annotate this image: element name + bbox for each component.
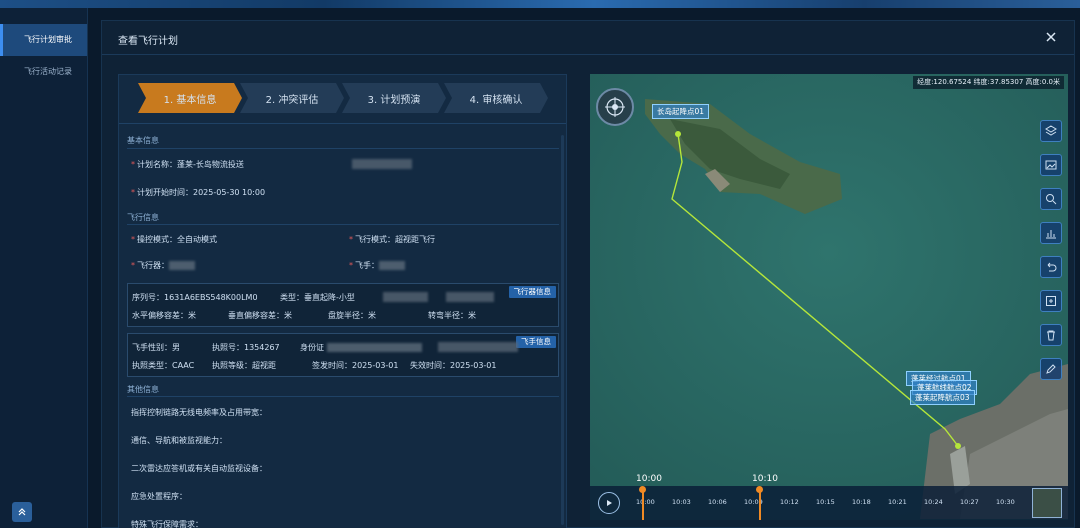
aircraft-field: * 飞行器： bbox=[131, 260, 195, 271]
other-item: 特殊飞行保障需求： bbox=[131, 520, 203, 528]
plan-name-field: * 计划名称：蓬莱-长岛物流投送 bbox=[131, 160, 244, 169]
timeline-tick: 10:03 bbox=[672, 498, 691, 506]
aircraft-info-tag: 飞行器信息 bbox=[508, 286, 556, 298]
control-mode-field: * 操控模式：全自动模式 bbox=[131, 235, 217, 244]
timeline-start-line bbox=[642, 492, 644, 520]
aircraft-type: 类型：垂直起降-小型 bbox=[280, 293, 355, 302]
plan-name-value: 蓬莱-长岛物流投送 bbox=[177, 160, 244, 169]
divider bbox=[127, 148, 559, 149]
compass-button[interactable] bbox=[596, 88, 634, 126]
divider bbox=[127, 396, 559, 397]
waypoint-label-start[interactable]: 长岛起降点01 bbox=[652, 104, 710, 119]
pilot-info-box: 飞手信息 飞手性别：男 执照号：1354267 身份证 执照类型：CAAC 执照… bbox=[127, 333, 559, 377]
pilot-gender: 飞手性别：男 bbox=[132, 343, 180, 352]
divider bbox=[119, 123, 566, 124]
timeline-playhead-line bbox=[759, 492, 761, 520]
redacted-block bbox=[438, 342, 518, 352]
serial-number: 序列号：1631A6EBS548K00LM0 bbox=[132, 293, 258, 302]
step-review-confirm[interactable]: 4. 审核确认 bbox=[444, 83, 548, 113]
waypoint-label-end-3[interactable]: 蓬莱起降航点03 bbox=[910, 390, 975, 405]
play-button[interactable] bbox=[598, 492, 620, 514]
dialog-title: 查看飞行计划 bbox=[118, 36, 178, 47]
divider bbox=[127, 224, 559, 225]
timeline-tick: 10:00 bbox=[636, 498, 655, 506]
aircraft-info-box: 飞行器信息 序列号：1631A6EBS548K00LM0 类型：垂直起降-小型 … bbox=[127, 283, 559, 327]
scrollbar[interactable] bbox=[561, 135, 564, 525]
vertical-tolerance: 垂直偏移容差：米 bbox=[228, 311, 292, 320]
license-number: 执照号：1354267 bbox=[212, 343, 280, 352]
step-bar: 1. 基本信息 2. 冲突评估 3. 计划预演 4. 审核确认 bbox=[138, 83, 550, 113]
undo-icon bbox=[1047, 262, 1057, 272]
coordinate-readout: 经度:120.67524 纬度:37.85307 高度:0.0米 bbox=[913, 76, 1064, 89]
timeline-tick: 10:15 bbox=[816, 498, 835, 506]
delete-button[interactable] bbox=[1040, 324, 1062, 346]
timeline-tick: 10:27 bbox=[960, 498, 979, 506]
section-title-flight: 飞行信息 bbox=[127, 213, 159, 222]
sidebar: 飞行计划审批 飞行活动记录 bbox=[0, 8, 88, 528]
other-item: 通信、导航和被监视能力： bbox=[131, 436, 227, 445]
redacted-block bbox=[352, 159, 412, 169]
chart-button[interactable] bbox=[1040, 222, 1062, 244]
section-title-other: 其他信息 bbox=[127, 385, 159, 394]
issue-date: 签发时间：2025-03-01 bbox=[312, 361, 399, 370]
layers-button[interactable] bbox=[1040, 120, 1062, 142]
undo-button[interactable] bbox=[1040, 256, 1062, 278]
redacted-block bbox=[383, 292, 428, 302]
timeline-tick: 10:30 bbox=[996, 498, 1015, 506]
license-type: 执照类型：CAAC bbox=[132, 361, 195, 370]
other-item: 指挥控制链路无线电频率及占用带宽： bbox=[131, 408, 267, 417]
box-select-icon bbox=[1046, 296, 1056, 306]
map-view[interactable]: 经度:120.67524 纬度:37.85307 高度:0.0米 长岛起降点01… bbox=[590, 74, 1068, 520]
chart-icon bbox=[1046, 230, 1056, 239]
delete-icon bbox=[1047, 330, 1055, 341]
close-icon[interactable] bbox=[1044, 30, 1058, 44]
pilot-info-tag: 飞手信息 bbox=[516, 336, 556, 348]
sidebar-item-flight-activity-record[interactable]: 飞行活动记录 bbox=[0, 56, 87, 88]
layers-icon bbox=[1045, 125, 1057, 136]
top-banner bbox=[0, 0, 1080, 8]
timeline-tick: 10:24 bbox=[924, 498, 943, 506]
timeline-tick: 10:12 bbox=[780, 498, 799, 506]
step-conflict-assessment[interactable]: 2. 冲突评估 bbox=[240, 83, 344, 113]
collapse-button[interactable] bbox=[12, 502, 32, 522]
search-button[interactable] bbox=[1040, 188, 1062, 210]
id-card: 身份证 bbox=[300, 342, 422, 353]
image-button[interactable] bbox=[1040, 154, 1062, 176]
compass-icon bbox=[605, 97, 625, 117]
edit-button[interactable] bbox=[1040, 358, 1062, 380]
turn-radius: 转弯半径：米 bbox=[428, 311, 476, 320]
redacted-block bbox=[446, 292, 494, 302]
plan-start-time-value: 2025-05-30 10:00 bbox=[193, 188, 266, 197]
timeline-current-time: 10:10 bbox=[752, 474, 778, 484]
timeline-bar[interactable]: 10:00 10:03 10:06 10:09 10:12 10:15 10:1… bbox=[590, 486, 1068, 520]
satellite-map bbox=[590, 74, 1068, 520]
step-plan-preview[interactable]: 3. 计划预演 bbox=[342, 83, 446, 113]
other-item: 应急处置程序： bbox=[131, 492, 187, 501]
timeline-tick: 10:18 bbox=[852, 498, 871, 506]
plan-start-time-field: * 计划开始时间：2025-05-30 10:00 bbox=[131, 188, 266, 197]
double-chevron-up-icon bbox=[18, 508, 26, 516]
image-icon bbox=[1045, 160, 1057, 170]
pilot-field: * 飞手： bbox=[349, 260, 405, 271]
timeline-tick: 10:21 bbox=[888, 498, 907, 506]
other-item: 二次雷达应答机或有关自动监视设备： bbox=[131, 464, 267, 473]
view-flight-plan-dialog: 查看飞行计划 1. 基本信息 2. 冲突评估 3. 计划预演 4. 审核确认 基… bbox=[101, 20, 1075, 528]
plan-info-panel: 1. 基本信息 2. 冲突评估 3. 计划预演 4. 审核确认 基本信息 * 计划… bbox=[118, 74, 567, 528]
horizontal-tolerance: 水平偏移容差：米 bbox=[132, 311, 196, 320]
step-basic-info[interactable]: 1. 基本信息 bbox=[138, 83, 242, 113]
flight-mode-field: * 飞行模式：超视距飞行 bbox=[349, 235, 435, 244]
play-icon bbox=[607, 500, 612, 506]
expire-date: 失效时间：2025-03-01 bbox=[410, 361, 497, 370]
search-icon bbox=[1046, 194, 1057, 205]
box-select-button[interactable] bbox=[1040, 290, 1062, 312]
edit-icon bbox=[1046, 364, 1056, 374]
timeline-tick: 10:06 bbox=[708, 498, 727, 506]
license-level: 执照等级：超视距 bbox=[212, 361, 276, 370]
sidebar-item-flight-plan-approval[interactable]: 飞行计划审批 bbox=[0, 24, 87, 56]
section-title-basic: 基本信息 bbox=[127, 136, 159, 145]
dialog-header: 查看飞行计划 bbox=[102, 21, 1074, 55]
basemap-switcher[interactable] bbox=[1032, 488, 1062, 518]
hover-radius: 盘旋半径：米 bbox=[328, 311, 376, 320]
timeline-start-time: 10:00 bbox=[636, 474, 662, 484]
